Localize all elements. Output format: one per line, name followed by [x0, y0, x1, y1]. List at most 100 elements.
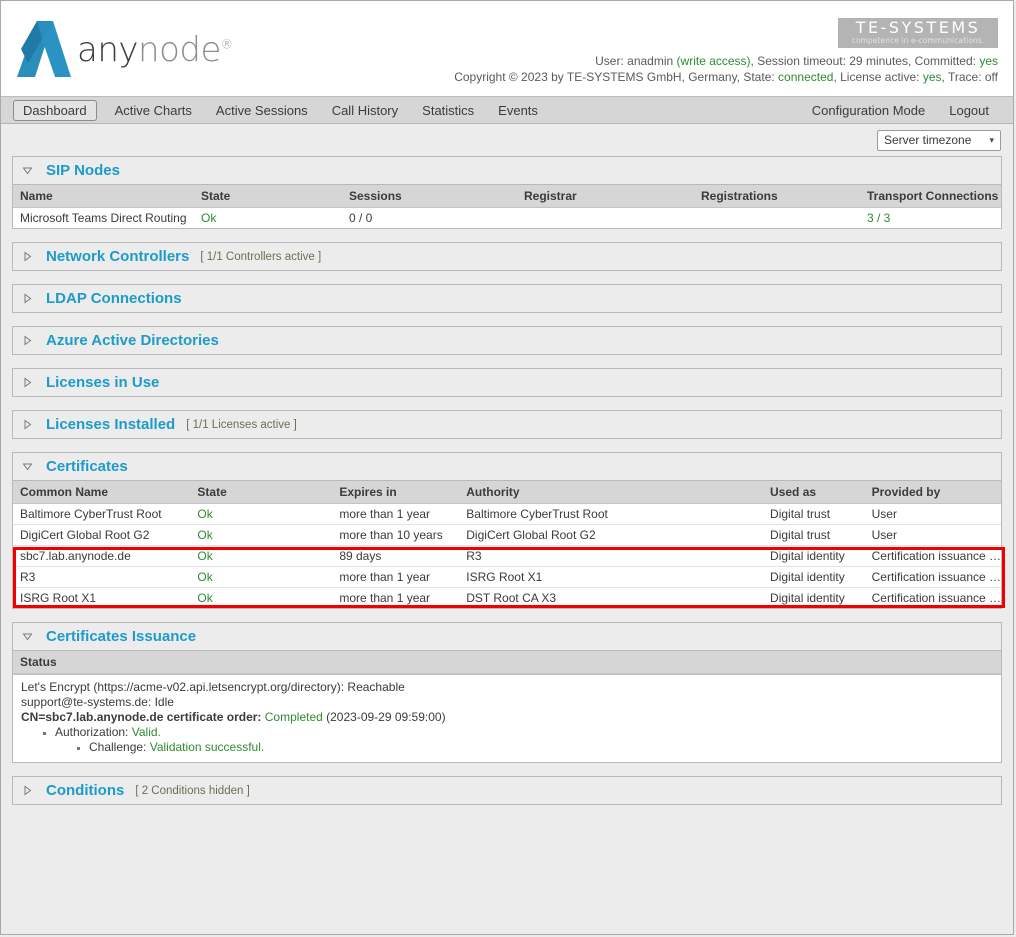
nav-item-active-sessions[interactable]: Active Sessions — [204, 101, 320, 120]
cell-used-as: Digital identity — [763, 566, 865, 588]
user-label: User: — [595, 54, 628, 68]
table-row[interactable]: Microsoft Teams Direct Routing Ok 0 / 0 … — [13, 207, 1001, 228]
issuance-authorization-list: Authorization: Valid. Challenge: Validat… — [21, 725, 993, 755]
authorization-label: Authorization: — [55, 725, 129, 739]
nav-item-statistics[interactable]: Statistics — [410, 101, 486, 120]
chevron-down-icon[interactable] — [22, 461, 33, 472]
nav-secondary-items: Configuration Mode Logout — [800, 101, 1001, 120]
chevron-right-icon[interactable] — [22, 377, 33, 388]
timezone-select[interactable]: Server timezone ▾ — [877, 129, 1001, 151]
nav-item-logout[interactable]: Logout — [937, 101, 1001, 120]
panel-azure-active-directories: Azure Active Directories — [12, 326, 1002, 355]
panel-header-network-controllers[interactable]: Network Controllers [ 1/1 Controllers ac… — [13, 243, 1001, 270]
panel-note-network-controllers: [ 1/1 Controllers active ] — [200, 250, 322, 263]
table-row[interactable]: DigiCert Global Root G2 Ok more than 10 … — [13, 524, 1001, 546]
te-systems-tagline: competence in e-communications. — [851, 36, 985, 45]
col-used-as: Used as — [763, 480, 865, 504]
panel-header-sip-nodes[interactable]: SIP Nodes — [13, 157, 1001, 184]
cell-state: Ok — [190, 566, 333, 588]
timezone-selected-value: Server timezone — [884, 133, 972, 147]
panel-title-certificates: Certificates — [46, 458, 128, 475]
trace-value: , Trace: off — [941, 70, 998, 84]
col-registrar: Registrar — [517, 184, 694, 208]
chevron-right-icon[interactable] — [22, 251, 33, 262]
cell-expires-in: more than 1 year — [332, 587, 460, 608]
nav-item-dashboard[interactable]: Dashboard — [13, 99, 97, 121]
logo-any-text: any — [77, 30, 139, 70]
table-header-row: Name State Sessions Registrar Registrati… — [13, 184, 1001, 208]
issuance-status-body: Let's Encrypt (https://acme-v02.api.lets… — [13, 674, 1001, 762]
panel-header-ldap-connections[interactable]: LDAP Connections — [13, 285, 1001, 312]
panel-header-conditions[interactable]: Conditions [ 2 Conditions hidden ] — [13, 777, 1001, 804]
panel-certificates: Certificates Common Name State Expires i… — [12, 452, 1005, 609]
panel-header-certificates[interactable]: Certificates — [13, 453, 1001, 480]
cell-provided-by: Certification issuance … — [864, 545, 1001, 567]
panel-title-certificates-issuance: Certificates Issuance — [46, 628, 197, 645]
table-row[interactable]: ISRG Root X1 Ok more than 1 year DST Roo… — [13, 587, 1001, 608]
dashboard-content: SIP Nodes Name State Sessions Registrar … — [1, 156, 1013, 934]
authorization-value: Valid. — [131, 725, 161, 739]
panel-header-certificates-issuance[interactable]: Certificates Issuance — [13, 623, 1001, 650]
panel-header-licenses-installed[interactable]: Licenses Installed [ 1/1 Licenses active… — [13, 411, 1001, 438]
cell-used-as: Digital identity — [763, 545, 865, 567]
table-row[interactable]: sbc7.lab.anynode.de Ok 89 days R3 Digita… — [13, 545, 1001, 567]
page-header: anynode® TE-SYSTEMS competence in e-comm… — [1, 1, 1013, 97]
chevron-down-icon[interactable] — [22, 631, 33, 642]
nav-item-active-charts[interactable]: Active Charts — [103, 101, 204, 120]
chevron-right-icon[interactable] — [22, 293, 33, 304]
cell-authority: R3 — [459, 545, 764, 567]
nav-item-configuration-mode[interactable]: Configuration Mode — [800, 101, 937, 120]
anynode-logo[interactable]: anynode® — [15, 19, 233, 81]
issuance-order-date: (2023-09-29 09:59:00) — [326, 710, 446, 724]
nav-item-events[interactable]: Events — [486, 101, 550, 120]
certificates-table: Common Name State Expires in Authority U… — [13, 480, 1001, 608]
cell-authority: ISRG Root X1 — [459, 566, 764, 588]
table-row[interactable]: Baltimore CyberTrust Root Ok more than 1… — [13, 503, 1001, 525]
license-active-value: yes — [922, 70, 942, 84]
write-access-badge: (write access) — [676, 54, 751, 68]
chevron-right-icon[interactable] — [22, 419, 33, 430]
col-expires-in: Expires in — [332, 480, 460, 504]
panel-sip-nodes: SIP Nodes Name State Sessions Registrar … — [12, 156, 1002, 229]
challenge-label: Challenge: — [89, 740, 147, 754]
panel-title-licenses-installed: Licenses Installed — [46, 416, 176, 433]
panel-note-conditions: [ 2 Conditions hidden ] — [135, 784, 250, 797]
cell-state: Ok — [194, 207, 342, 228]
cell-common-name: R3 — [13, 566, 191, 588]
col-state: State — [190, 480, 333, 504]
table-row[interactable]: R3 Ok more than 1 year ISRG Root X1 Digi… — [13, 566, 1001, 588]
cell-registrations — [694, 207, 860, 228]
cell-expires-in: more than 10 years — [332, 524, 460, 546]
panel-header-licenses-in-use[interactable]: Licenses in Use — [13, 369, 1001, 396]
copyright-text: Copyright © 2023 by TE-SYSTEMS GmbH, Ger… — [454, 70, 779, 84]
panel-network-controllers: Network Controllers [ 1/1 Controllers ac… — [12, 242, 1002, 271]
col-registrations: Registrations — [694, 184, 860, 208]
cell-name: Microsoft Teams Direct Routing — [13, 207, 194, 228]
cell-authority: DigiCert Global Root G2 — [459, 524, 764, 546]
col-state: State — [194, 184, 342, 208]
license-active-label: , License active: — [833, 70, 923, 84]
issuance-line-acme: Let's Encrypt (https://acme-v02.api.lets… — [21, 680, 405, 694]
sip-nodes-table: Name State Sessions Registrar Registrati… — [13, 184, 1001, 228]
logo-node-text: node — [138, 30, 221, 70]
col-sessions: Sessions — [342, 184, 517, 208]
col-transport: Transport Connections — [860, 184, 1001, 208]
cell-transport-connections: 3 / 3 — [860, 207, 1001, 228]
cell-provided-by: Certification issuance … — [864, 587, 1001, 608]
issuance-line-account: support@te-systems.de: Idle — [21, 695, 174, 709]
cell-authority: DST Root CA X3 — [459, 587, 764, 608]
table-header-row: Status — [13, 650, 1001, 674]
chevron-right-icon[interactable] — [22, 335, 33, 346]
chevron-right-icon[interactable] — [22, 785, 33, 796]
cell-provided-by: Certification issuance … — [864, 566, 1001, 588]
panel-title-sip-nodes: SIP Nodes — [46, 162, 120, 179]
cell-expires-in: more than 1 year — [332, 566, 460, 588]
nav-item-call-history[interactable]: Call History — [320, 101, 410, 120]
main-navigation: Dashboard Active Charts Active Sessions … — [1, 97, 1013, 124]
anynode-a-mark-icon — [15, 19, 73, 81]
cell-registrar — [517, 207, 694, 228]
panel-header-azure-active-directories[interactable]: Azure Active Directories — [13, 327, 1001, 354]
cell-common-name: Baltimore CyberTrust Root — [13, 503, 191, 525]
col-authority: Authority — [459, 480, 764, 504]
chevron-down-icon[interactable] — [22, 165, 33, 176]
